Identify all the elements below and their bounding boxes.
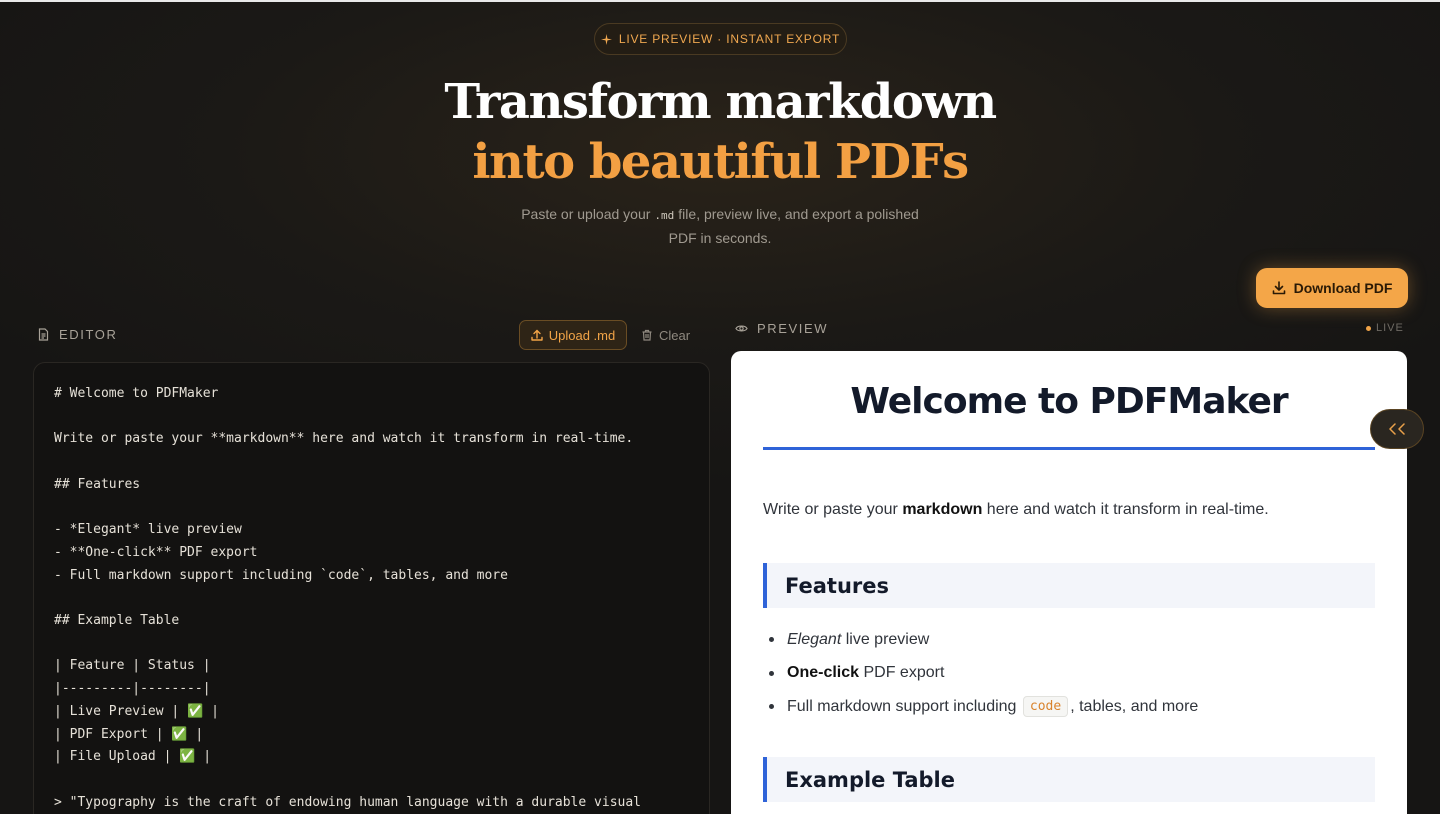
preview-label: PREVIEW bbox=[735, 321, 828, 336]
hero-subtitle: Paste or upload your .md file, preview liv… bbox=[520, 203, 920, 249]
live-indicator: LIVE bbox=[1366, 322, 1404, 334]
list-item: Full markdown support including code, ta… bbox=[768, 690, 1199, 724]
editor-label-text: EDITOR bbox=[59, 327, 118, 342]
subtitle-after: file, preview live, and export a polishe… bbox=[668, 206, 919, 246]
preview-feature-list: Elegant live preview One-click PDF expor… bbox=[768, 623, 1199, 724]
list-item3-after: , tables, and more bbox=[1070, 697, 1199, 715]
clear-button[interactable]: Clear bbox=[641, 320, 701, 350]
preview-paragraph: Write or paste your markdown here and wa… bbox=[763, 501, 1269, 519]
chevrons-left-icon bbox=[1389, 423, 1405, 435]
clear-label: Clear bbox=[659, 327, 691, 343]
live-dot bbox=[1366, 325, 1371, 331]
collapse-panel-button[interactable] bbox=[1370, 409, 1424, 449]
preview-label-text: PREVIEW bbox=[757, 321, 829, 336]
download-pdf-label: Download PDF bbox=[1293, 280, 1393, 296]
editor-content[interactable]: # Welcome to PDFMaker Write or paste you… bbox=[54, 383, 689, 814]
list-item3-code: code bbox=[1022, 696, 1069, 718]
hero-badge: Live Preview · Instant Export bbox=[594, 23, 847, 55]
list-item: Elegant live preview bbox=[768, 623, 1198, 657]
download-pdf-button[interactable]: Download PDF bbox=[1256, 268, 1408, 308]
list-item2-rest: PDF export bbox=[863, 664, 945, 682]
list-item3-before: Full markdown support including bbox=[787, 697, 1017, 715]
preview-heading-features: Features bbox=[763, 563, 1375, 608]
para-after: here and watch it transform in real-time… bbox=[986, 501, 1269, 518]
list-item1-rest: live preview bbox=[845, 630, 930, 648]
upload-md-label: Upload .md bbox=[548, 327, 616, 343]
para-bold: markdown bbox=[902, 501, 983, 518]
sparkle-icon bbox=[600, 33, 612, 45]
preview-heading-underline bbox=[763, 447, 1375, 450]
file-icon bbox=[38, 328, 49, 341]
hero-title-line1: Transform markdown bbox=[444, 74, 997, 130]
list-item: One-click PDF export bbox=[768, 657, 1198, 691]
hero-badge-text: Live Preview · Instant Export bbox=[618, 32, 841, 46]
download-icon bbox=[1272, 281, 1285, 295]
hero-title: Transform markdown into beautiful PDFs bbox=[0, 72, 1440, 192]
trash-icon bbox=[642, 329, 652, 341]
hero-title-line2: into beautiful PDFs bbox=[472, 134, 969, 190]
window-top-border bbox=[0, 0, 1440, 2]
editor-label: EDITOR bbox=[37, 327, 117, 342]
list-item2-bold: One-click bbox=[787, 664, 860, 682]
para-before: Write or paste your bbox=[763, 501, 898, 518]
preview-heading-example-table: Example Table bbox=[763, 757, 1375, 802]
upload-md-button[interactable]: Upload .md bbox=[519, 320, 627, 350]
subtitle-before: Paste or upload your bbox=[521, 206, 651, 222]
list-item1-em: Elegant bbox=[787, 630, 842, 648]
pdf-preview: Welcome to PDFMaker Write or paste your … bbox=[731, 351, 1407, 814]
markdown-editor[interactable]: # Welcome to PDFMaker Write or paste you… bbox=[33, 362, 710, 814]
upload-icon bbox=[531, 329, 543, 341]
subtitle-code: .md bbox=[654, 209, 675, 222]
preview-heading-1: Welcome to PDFMaker bbox=[850, 381, 1288, 422]
live-text: LIVE bbox=[1376, 322, 1404, 334]
eye-icon bbox=[735, 325, 748, 332]
